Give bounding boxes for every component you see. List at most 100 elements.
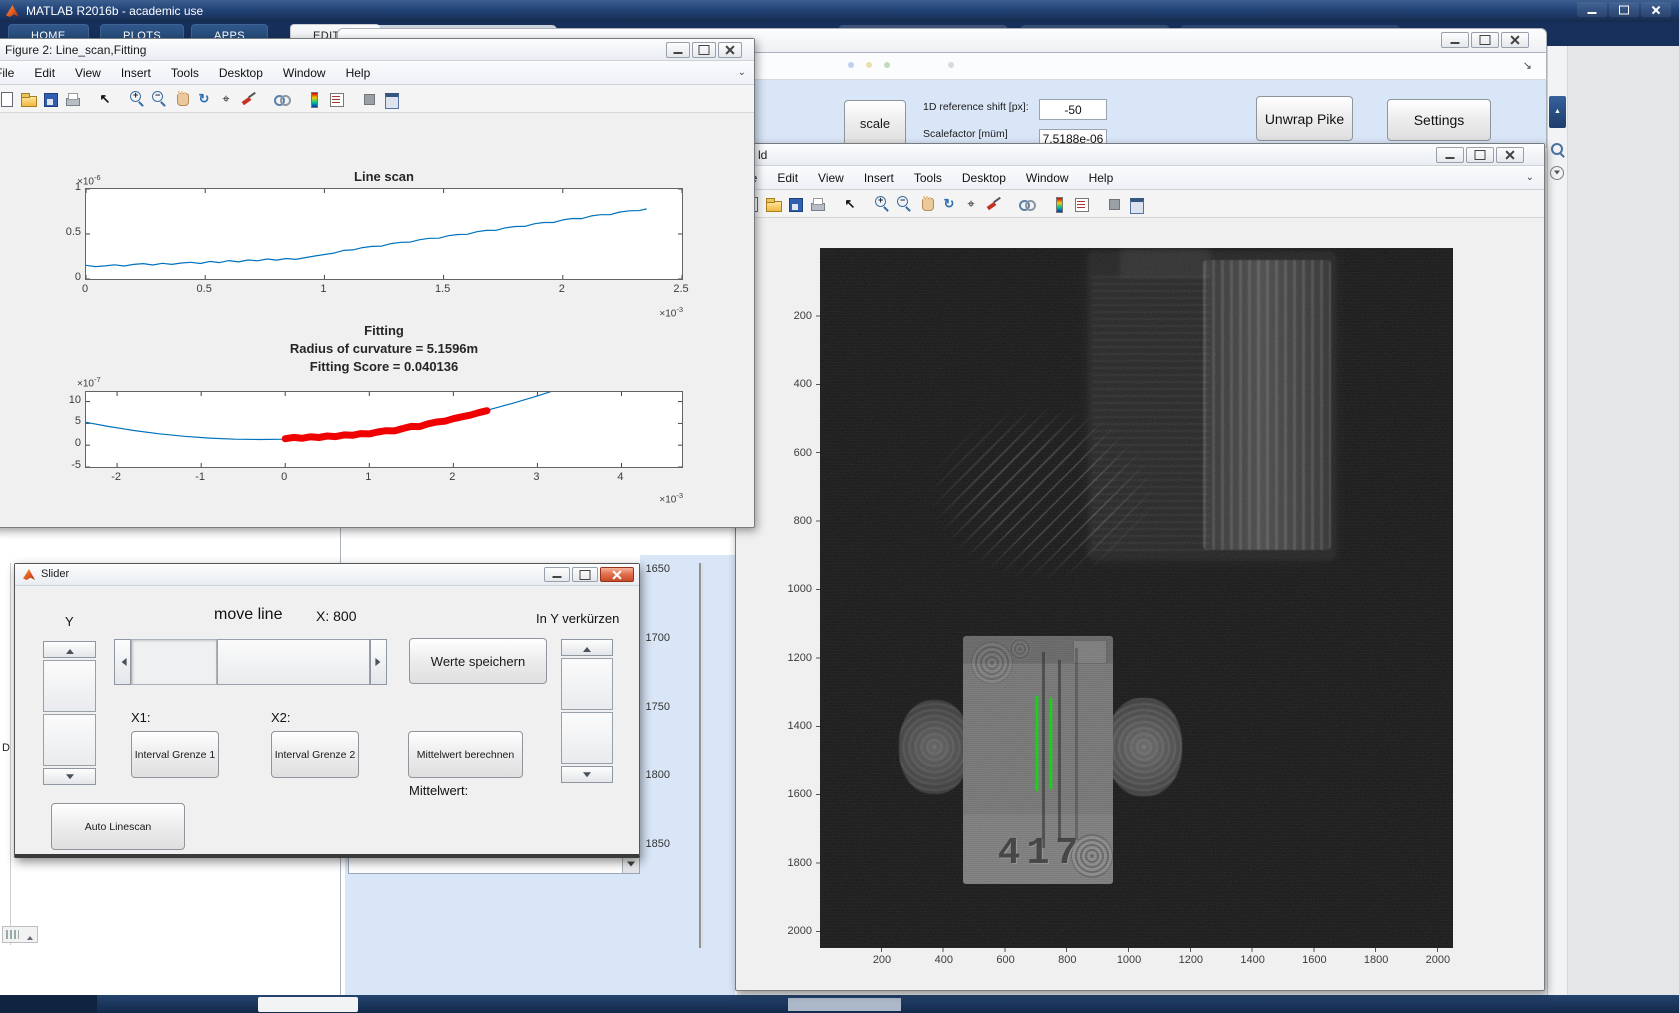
interval-limit-1-button[interactable]: Interval Grenze 1	[131, 731, 219, 778]
line-scan-axes[interactable]	[85, 188, 683, 280]
menu-item[interactable]: Insert	[864, 171, 894, 185]
legend-icon[interactable]	[1072, 195, 1090, 213]
legend-icon[interactable]	[327, 90, 345, 108]
save-icon[interactable]	[786, 195, 804, 213]
close-icon[interactable]	[1501, 32, 1529, 48]
dock-window-icon[interactable]	[1127, 195, 1145, 214]
brush-icon[interactable]	[239, 90, 257, 108]
pan-icon[interactable]	[173, 90, 191, 108]
menu-item[interactable]: Help	[346, 66, 371, 80]
slider-right-button[interactable]	[370, 639, 387, 685]
cursor-icon[interactable]: ↖	[841, 195, 859, 213]
chevron-down-circle-icon[interactable]	[1550, 166, 1564, 180]
collapse-toolstrip-icon[interactable]: ↘	[1523, 59, 1532, 72]
close-icon[interactable]	[1641, 2, 1671, 17]
restore-icon[interactable]	[692, 42, 716, 58]
slider-up-button[interactable]	[561, 639, 613, 656]
menu-overflow-icon[interactable]: ⌄	[1526, 172, 1534, 183]
slider-down-button[interactable]	[561, 766, 613, 783]
minimize-icon[interactable]	[1577, 2, 1607, 17]
menu-item[interactable]: Edit	[777, 171, 798, 185]
data-cursor-icon[interactable]: ⌖	[217, 90, 235, 108]
minimize-icon[interactable]	[666, 42, 690, 58]
brush-icon[interactable]	[984, 195, 1002, 213]
close-icon[interactable]	[600, 567, 634, 582]
close-icon[interactable]	[1496, 147, 1524, 163]
link-plot-icon[interactable]	[272, 90, 291, 108]
zoom-out-icon[interactable]: −	[151, 90, 169, 108]
calc-mean-button[interactable]: Mittelwert berechnen	[408, 731, 523, 778]
slider-segment[interactable]	[43, 714, 96, 766]
dock-gray-icon[interactable]	[1105, 195, 1123, 213]
sidebar-expand-icon[interactable]: ▲	[1549, 96, 1566, 128]
slider-segment[interactable]	[561, 712, 613, 764]
menu-item[interactable]: Desktop	[219, 66, 263, 80]
zoom-in-icon[interactable]: +	[129, 90, 147, 108]
menu-overflow-icon[interactable]: ⌄	[738, 67, 746, 78]
slider-segment[interactable]	[43, 660, 96, 712]
minimize-icon[interactable]	[544, 567, 570, 582]
slider-track[interactable]	[131, 639, 217, 685]
taskbar-item[interactable]	[258, 997, 358, 1012]
window-titlebar: Figure 2: Line_scan,Fitting	[0, 39, 754, 61]
menu-item[interactable]: Desktop	[962, 171, 1006, 185]
link-plot-icon[interactable]	[1017, 195, 1036, 213]
menu-item[interactable]: Help	[1089, 171, 1114, 185]
colorbar-icon[interactable]	[1050, 195, 1068, 213]
restore-icon[interactable]	[1471, 32, 1499, 48]
menu-item[interactable]: Tools	[171, 66, 199, 80]
ref-shift-input[interactable]	[1039, 99, 1107, 120]
pan-icon[interactable]	[918, 195, 936, 213]
save-values-button[interactable]: Werte speichern	[409, 638, 547, 684]
slider-segment[interactable]	[561, 658, 613, 710]
dock-window-icon[interactable]	[382, 90, 400, 109]
chevron-down-icon[interactable]	[622, 857, 639, 873]
print-icon[interactable]	[808, 195, 826, 213]
menu-item[interactable]: Window	[283, 66, 326, 80]
colorbar-icon[interactable]	[305, 90, 323, 108]
tick-label: 0	[281, 471, 288, 483]
auto-linescan-button[interactable]: Auto Linescan	[51, 803, 185, 850]
slider-left-button[interactable]	[114, 639, 131, 685]
menu-item[interactable]: View	[75, 66, 101, 80]
data-cursor-icon[interactable]: ⌖	[962, 195, 980, 213]
menu-item[interactable]: Tools	[914, 171, 942, 185]
tick-label: 0	[74, 437, 81, 450]
splitter-handle[interactable]	[2, 926, 38, 943]
slider-up-button[interactable]	[43, 641, 96, 658]
menu-item[interactable]: View	[818, 171, 844, 185]
rotate-3d-icon[interactable]: ↻	[940, 195, 958, 213]
gui-dropdown[interactable]	[348, 856, 640, 874]
rotate-3d-icon[interactable]: ↻	[195, 90, 213, 108]
scale-button[interactable]: scale	[844, 100, 906, 146]
new-file-icon[interactable]	[0, 90, 15, 108]
taskbar-item[interactable]	[788, 998, 901, 1011]
tick-label: 600	[793, 446, 812, 459]
settings-button[interactable]: Settings	[1387, 99, 1491, 141]
restore-icon[interactable]	[1609, 2, 1639, 17]
interferogram-image[interactable]: 417	[820, 248, 1453, 948]
menu-item[interactable]: File	[0, 66, 14, 80]
minimize-icon[interactable]	[1441, 32, 1469, 48]
slider-thumb[interactable]	[217, 639, 370, 685]
fitting-axes[interactable]	[85, 382, 683, 468]
menu-item[interactable]: Insert	[121, 66, 151, 80]
open-icon[interactable]	[764, 195, 782, 213]
dock-gray-icon[interactable]	[360, 90, 378, 108]
slider-down-button[interactable]	[43, 768, 96, 785]
print-icon[interactable]	[63, 90, 81, 108]
close-icon[interactable]	[718, 42, 742, 58]
open-icon[interactable]	[19, 90, 37, 108]
menu-item[interactable]: Edit	[34, 66, 55, 80]
zoom-out-icon[interactable]: −	[896, 195, 914, 213]
zoom-in-icon[interactable]: +	[874, 195, 892, 213]
menu-item[interactable]: Window	[1026, 171, 1069, 185]
minimize-icon[interactable]	[1436, 147, 1464, 163]
restore-icon[interactable]	[1466, 147, 1494, 163]
interval-limit-2-button[interactable]: Interval Grenze 2	[271, 731, 359, 778]
unwrap-pike-button[interactable]: Unwrap Pike	[1256, 96, 1353, 141]
save-icon[interactable]	[41, 90, 59, 108]
restore-icon[interactable]	[572, 567, 598, 582]
search-icon[interactable]	[1551, 143, 1565, 157]
cursor-icon[interactable]: ↖	[96, 90, 114, 108]
